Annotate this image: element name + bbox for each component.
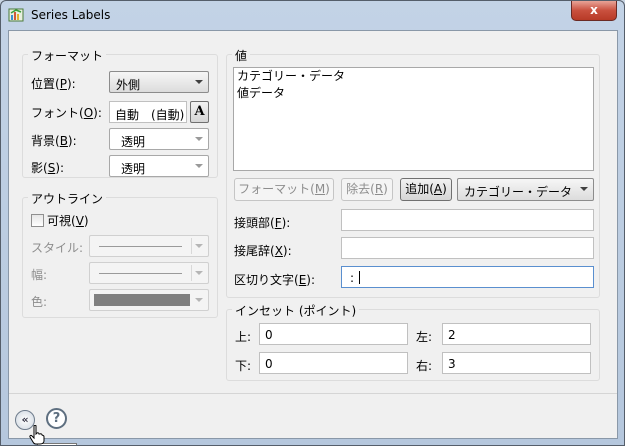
font-picker-button[interactable]: A xyxy=(190,101,209,123)
font-label: フォント(O): xyxy=(31,106,102,120)
font-field[interactable]: 自動 (自動) xyxy=(109,101,187,123)
suffix-field[interactable] xyxy=(341,237,594,259)
chevron-down-icon xyxy=(195,137,203,141)
chevron-down-icon xyxy=(195,164,203,168)
color-label: 色: xyxy=(31,295,48,309)
dialog-window: Series Labels x フォーマット 位置(P): 外側 フォント(O)… xyxy=(0,0,625,446)
visible-label: 可視(V) xyxy=(47,214,89,228)
chevron-down-icon xyxy=(195,271,203,275)
add-value-type-select[interactable]: カテゴリー・データ xyxy=(457,178,594,201)
format-value-button[interactable]: フォーマット(M) xyxy=(234,178,334,201)
format-group-title: フォーマット xyxy=(28,47,107,64)
inset-left-label: 左: xyxy=(416,330,433,344)
style-select[interactable] xyxy=(89,235,209,257)
title-bar[interactable]: Series Labels x xyxy=(1,1,624,29)
question-icon: ? xyxy=(52,411,61,426)
inset-right-field[interactable]: 3 xyxy=(442,352,591,374)
font-letter-icon: A xyxy=(194,104,205,119)
close-button[interactable]: x xyxy=(571,1,617,21)
add-value-button[interactable]: 追加(A) xyxy=(400,178,452,201)
background-value: 透明 xyxy=(121,135,146,149)
prefix-field[interactable] xyxy=(341,209,594,231)
color-swatch xyxy=(94,294,190,306)
background-label: 背景(B): xyxy=(31,134,77,148)
inset-bottom-label: 下: xyxy=(235,359,252,373)
prefix-label: 接頭部(F): xyxy=(234,216,291,230)
shadow-select[interactable]: 透明 xyxy=(109,155,209,177)
dialog-body: フォーマット 位置(P): 外側 フォント(O): 自動 (自動) A 背景(B… xyxy=(8,30,618,445)
separator-label: 区切り文字(E): xyxy=(234,273,316,287)
suffix-label: 接尾辞(X): xyxy=(234,244,292,258)
list-item[interactable]: カテゴリー・データ xyxy=(234,68,593,85)
help-button[interactable]: ? xyxy=(46,408,67,429)
position-select[interactable]: 外側 xyxy=(109,71,209,93)
visible-checkbox[interactable] xyxy=(31,214,44,227)
width-label: 幅: xyxy=(31,268,48,282)
chevron-down-icon xyxy=(195,298,203,302)
inset-left-field[interactable]: 2 xyxy=(442,323,591,345)
window-title: Series Labels xyxy=(31,8,111,22)
separator-field[interactable]: : xyxy=(341,266,594,288)
hand-cursor-icon xyxy=(29,425,45,445)
inset-top-label: 上: xyxy=(235,330,252,344)
add-value-type-value: カテゴリー・データ xyxy=(464,185,573,199)
chevron-down-icon xyxy=(195,80,203,84)
color-select[interactable] xyxy=(89,289,209,311)
list-item[interactable]: 値データ xyxy=(234,85,593,102)
font-value: 自動 (自動) xyxy=(115,108,185,122)
background-select[interactable]: 透明 xyxy=(109,128,209,150)
position-value: 外側 xyxy=(116,78,141,92)
outline-group-title: アウトライン xyxy=(28,190,107,207)
position-label: 位置(P): xyxy=(31,77,76,91)
inset-right-label: 右: xyxy=(416,359,433,373)
remove-value-button[interactable]: 除去(R) xyxy=(341,178,393,201)
width-select[interactable] xyxy=(89,262,209,284)
shadow-label: 影(S): xyxy=(31,161,65,175)
chevron-down-icon xyxy=(195,244,203,248)
separator-value: : xyxy=(350,271,355,285)
footer-divider xyxy=(9,393,617,394)
inset-top-field[interactable]: 0 xyxy=(259,323,408,345)
inset-bottom-field[interactable]: 0 xyxy=(259,352,408,374)
style-label: スタイル: xyxy=(31,241,84,255)
line-style-preview xyxy=(99,246,182,247)
inset-group-title: インセット (ポイント) xyxy=(232,302,360,319)
values-group-title: 値 xyxy=(232,47,251,64)
shadow-value: 透明 xyxy=(121,162,146,176)
values-list[interactable]: カテゴリー・データ 値データ xyxy=(233,67,594,171)
chevron-down-icon xyxy=(580,187,588,191)
chart-app-icon xyxy=(8,8,24,22)
text-caret xyxy=(359,271,360,284)
line-width-preview xyxy=(99,273,182,274)
double-chevron-left-icon: « xyxy=(21,413,29,426)
